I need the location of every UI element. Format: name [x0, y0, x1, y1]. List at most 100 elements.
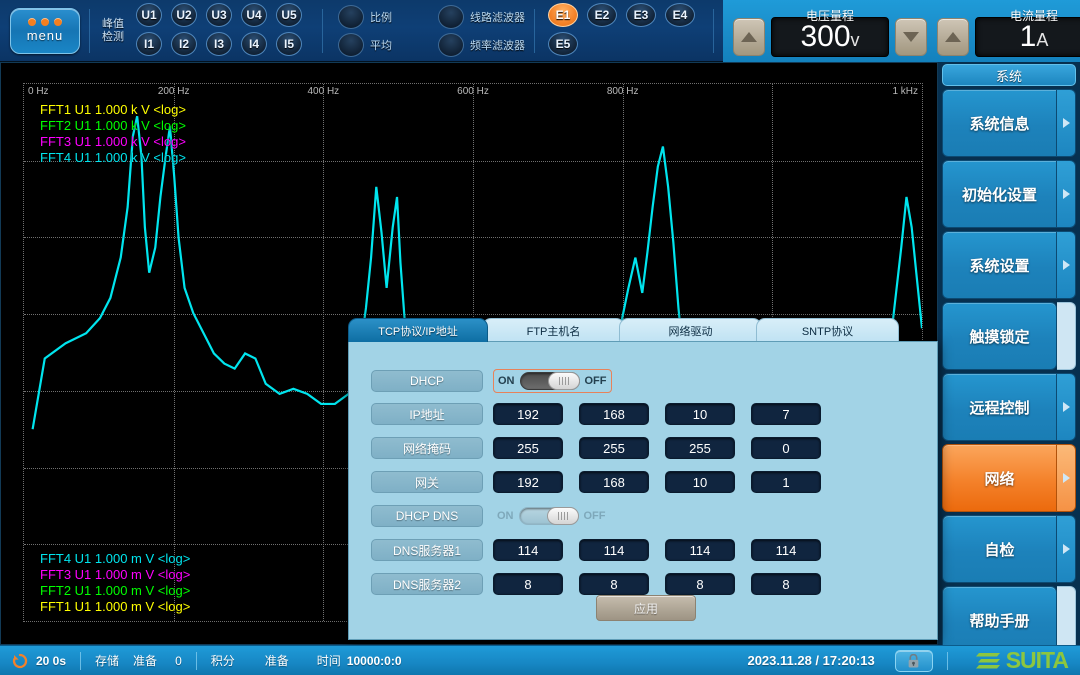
form-row-label: DNS服务器2: [371, 573, 483, 595]
toggle-track[interactable]: [519, 507, 579, 525]
channel-button-u4[interactable]: U4: [241, 3, 267, 27]
sidebar-title: 系统: [942, 64, 1076, 86]
range-controls: 电压量程 300v 电流量程 1A: [723, 0, 1080, 62]
octet-field-2[interactable]: 114: [665, 539, 735, 561]
knob-icon-line-filter[interactable]: [438, 5, 464, 29]
integration-state: 准备: [265, 652, 289, 669]
octet-field-1[interactable]: 255: [579, 437, 649, 459]
toggle-knob[interactable]: [547, 507, 579, 525]
element-button-e1[interactable]: E1: [548, 3, 578, 27]
channel-button-i2[interactable]: I2: [171, 32, 197, 56]
voltage-range-down-button[interactable]: [895, 18, 927, 56]
dialog-tab-0[interactable]: TCP协议/IP地址: [348, 318, 488, 342]
current-range-caption: 电流量程: [1010, 7, 1058, 24]
element-button-e4[interactable]: E4: [665, 3, 695, 27]
channel-button-grid: U1 U2 U3 U4 U5 I1 I2 I3 I4 I5: [136, 3, 306, 58]
knob-icon-freq-filter[interactable]: [438, 33, 464, 57]
sidebar-item-list: 系统信息初始化设置系统设置触摸锁定远程控制网络自检帮助手册: [940, 89, 1078, 654]
knob-label-line-filter: 线路滤波器: [470, 9, 532, 25]
octet-field-0[interactable]: 192: [493, 471, 563, 493]
current-range-unit: A: [1036, 21, 1048, 59]
dialog-tab-2[interactable]: 网络驱动: [619, 318, 762, 342]
octet-field-0[interactable]: 114: [493, 539, 563, 561]
chevron-right-icon[interactable]: [1057, 373, 1076, 441]
peak-detection-label-line1: 峰值: [99, 18, 127, 31]
octet-field-1[interactable]: 8: [579, 573, 649, 595]
toggle-knob[interactable]: [548, 372, 580, 390]
channel-button-i4[interactable]: I4: [241, 32, 267, 56]
channel-button-u1[interactable]: U1: [136, 3, 162, 27]
octet-field-2[interactable]: 10: [665, 403, 735, 425]
octet-field-0[interactable]: 8: [493, 573, 563, 595]
chevron-right-icon[interactable]: [1057, 89, 1076, 157]
network-settings-dialog[interactable]: TCP协议/IP地址FTP主机名网络驱动SNTP协议 DHCPONOFFIP地址…: [348, 318, 938, 640]
octet-field-3[interactable]: 7: [751, 403, 821, 425]
form-row-0: DHCPONOFF: [371, 370, 612, 392]
octet-field-3[interactable]: 0: [751, 437, 821, 459]
octet-field-0[interactable]: 255: [493, 437, 563, 459]
sidebar-item-label: 自检: [942, 515, 1057, 583]
legend-entry: FFT4 U1 1.000 k V <log>: [40, 150, 186, 166]
sidebar-item-3[interactable]: 触摸锁定: [942, 302, 1076, 370]
octet-field-3[interactable]: 114: [751, 539, 821, 561]
octet-field-0[interactable]: 192: [493, 403, 563, 425]
apply-button[interactable]: 应用: [596, 595, 696, 621]
knob-row-freq-filter[interactable]: 频率滤波器: [438, 33, 532, 57]
legend-entry: FFT1 U1 1.000 m V <log>: [40, 599, 190, 615]
octet-field-1[interactable]: 168: [579, 471, 649, 493]
knob-row-average[interactable]: 平均: [338, 33, 432, 57]
sidebar-item-1[interactable]: 初始化设置: [942, 160, 1076, 228]
octet-field-2[interactable]: 255: [665, 437, 735, 459]
chevron-right-icon[interactable]: [1057, 444, 1076, 512]
sidebar-item-0[interactable]: 系统信息: [942, 89, 1076, 157]
element-button-e5[interactable]: E5: [548, 32, 578, 56]
dialog-tab-3[interactable]: SNTP协议: [756, 318, 899, 342]
knob-row-scale[interactable]: 比例: [338, 5, 432, 29]
octet-field-2[interactable]: 8: [665, 573, 735, 595]
voltage-range-up-button[interactable]: [733, 18, 765, 56]
sidebar-item-4[interactable]: 远程控制: [942, 373, 1076, 441]
dialog-tab-1[interactable]: FTP主机名: [482, 318, 625, 342]
chevron-right-glyph: [1063, 189, 1070, 199]
octet-field-2[interactable]: 10: [665, 471, 735, 493]
form-row-label: 网关: [371, 471, 483, 493]
chevron-right-icon[interactable]: [1057, 231, 1076, 299]
channel-button-u2[interactable]: U2: [171, 3, 197, 27]
channel-button-i3[interactable]: I3: [206, 32, 232, 56]
octet-field-1[interactable]: 168: [579, 403, 649, 425]
status-divider-1: [80, 652, 81, 670]
current-range-up-button[interactable]: [937, 18, 969, 56]
channel-button-u5[interactable]: U5: [276, 3, 302, 27]
knob-icon-average[interactable]: [338, 33, 364, 57]
toggle-track[interactable]: [520, 372, 580, 390]
knob-row-line-filter[interactable]: 线路滤波器: [438, 5, 532, 29]
knob-icon-scale[interactable]: [338, 5, 364, 29]
sidebar-item-spacer: [1057, 302, 1076, 370]
peak-detection-label: 峰值 检测: [99, 18, 127, 44]
integration-label: 积分: [211, 652, 235, 669]
knob-group-right: 线路滤波器 频率滤波器: [438, 5, 532, 57]
sidebar-item-7[interactable]: 帮助手册: [942, 586, 1076, 654]
octet-field-3[interactable]: 8: [751, 573, 821, 595]
interval-value: 20 0s: [36, 654, 66, 668]
chevron-right-icon[interactable]: [1057, 515, 1076, 583]
sidebar-item-2[interactable]: 系统设置: [942, 231, 1076, 299]
toolbar-divider-2: [322, 9, 323, 53]
toggle-switch[interactable]: ONOFF: [493, 369, 612, 393]
octet-field-3[interactable]: 1: [751, 471, 821, 493]
element-button-e3[interactable]: E3: [626, 3, 656, 27]
lock-icon: [907, 654, 920, 668]
octet-field-1[interactable]: 114: [579, 539, 649, 561]
sidebar-item-label: 系统信息: [942, 89, 1057, 157]
sidebar-item-5[interactable]: 网络: [942, 444, 1076, 512]
sidebar-item-6[interactable]: 自检: [942, 515, 1076, 583]
channel-button-i5[interactable]: I5: [276, 32, 302, 56]
touch-lock-button[interactable]: [895, 650, 933, 672]
menu-button[interactable]: menu: [10, 8, 80, 54]
channel-button-i1[interactable]: I1: [136, 32, 162, 56]
chevron-right-icon[interactable]: [1057, 160, 1076, 228]
element-button-e2[interactable]: E2: [587, 3, 617, 27]
storage-label: 存储: [95, 652, 119, 669]
toggle-switch[interactable]: ONOFF: [493, 505, 610, 527]
channel-button-u3[interactable]: U3: [206, 3, 232, 27]
